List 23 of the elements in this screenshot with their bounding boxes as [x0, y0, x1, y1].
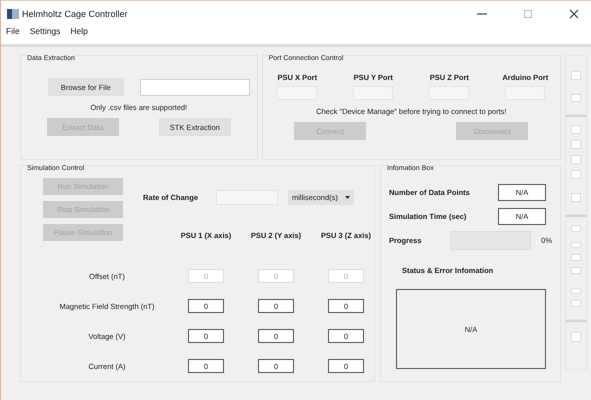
menu-item[interactable]: Help: [70, 26, 88, 36]
file-path-field[interactable]: [140, 78, 250, 96]
checkbox[interactable]: [571, 300, 581, 308]
menu-item[interactable]: Settings: [30, 26, 60, 36]
menu-item[interactable]: File: [6, 26, 20, 36]
checkbox[interactable]: [571, 288, 581, 294]
app-icon: [7, 8, 19, 18]
window-title: Helmholtz Cage Controller: [22, 8, 128, 18]
caret-icon: [345, 196, 350, 198]
close-icon[interactable]: [569, 8, 579, 18]
checkbox[interactable]: [571, 267, 581, 274]
checkbox[interactable]: [571, 225, 581, 232]
checkbox[interactable]: [571, 71, 581, 80]
checkbox[interactable]: [571, 94, 581, 102]
checkbox[interactable]: [571, 242, 581, 248]
checkbox[interactable]: [571, 254, 581, 262]
checkbox[interactable]: [571, 170, 581, 179]
checkbox[interactable]: [571, 155, 581, 164]
checkbox[interactable]: [571, 193, 581, 202]
checkbox[interactable]: [571, 332, 581, 342]
checkbox[interactable]: [571, 140, 581, 149]
maximize-icon[interactable]: [523, 8, 533, 18]
checkbox[interactable]: [571, 125, 581, 134]
